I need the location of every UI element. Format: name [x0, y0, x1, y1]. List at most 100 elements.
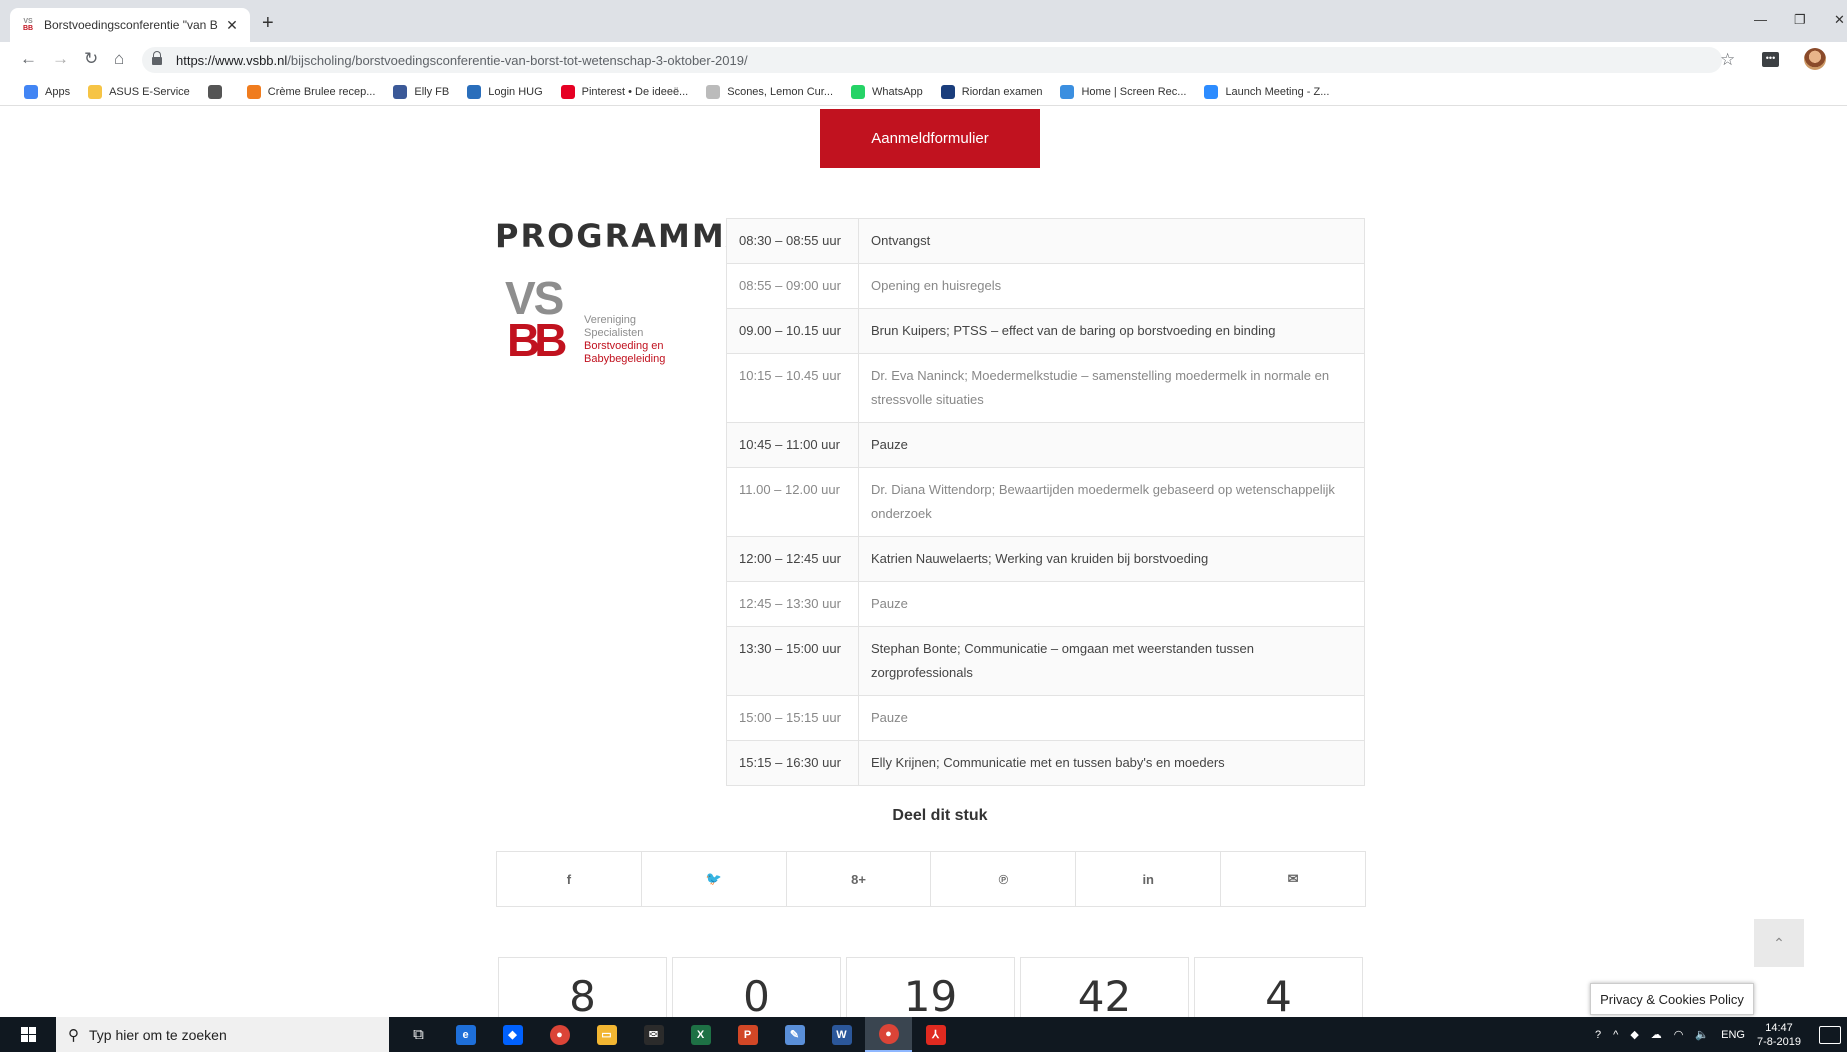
- schedule-item: Brun Kuipers; PTSS – effect van de barin…: [858, 308, 1365, 354]
- excel-icon[interactable]: X: [677, 1017, 724, 1052]
- browser-menu-icon[interactable]: ⋮: [1840, 50, 1847, 70]
- language-indicator[interactable]: ENG: [1721, 1029, 1745, 1041]
- forward-icon[interactable]: →: [52, 49, 69, 69]
- bookmark-item[interactable]: Crème Brulee recep...: [246, 84, 376, 99]
- bookmark-item[interactable]: ASUS E-Service: [88, 84, 190, 99]
- windows-logo-icon: [20, 1027, 36, 1042]
- dropbox-tray-icon[interactable]: ◆: [1630, 1028, 1638, 1041]
- linkedin-share-icon[interactable]: in: [1076, 852, 1222, 906]
- bookmark-label: Launch Meeting - Z...: [1225, 85, 1330, 98]
- riordan-icon: [940, 84, 955, 99]
- pinned-apps: ⧉ e ◆ ● ▭ ✉ X P ✎ W ● ⅄: [395, 1017, 959, 1052]
- schedule-row: 15:15 – 16:30 uur Elly Krijnen; Communica…: [726, 740, 1365, 786]
- back-icon[interactable]: ←: [20, 49, 37, 69]
- schedule-time: 15:15 – 16:30 uur: [726, 740, 859, 786]
- restore-icon[interactable]: ❐: [1794, 12, 1806, 28]
- schedule-time: 08:30 – 08:55 uur: [726, 218, 859, 264]
- extension-icon[interactable]: •••: [1762, 52, 1779, 67]
- bookmark-item[interactable]: Apps: [24, 84, 71, 99]
- lock-icon: [152, 51, 162, 65]
- schedule-row: 08:30 – 08:55 uur Ontvangst: [726, 218, 1365, 264]
- browser-tab[interactable]: VS BB Borstvoedingsconferentie "van B ✕: [10, 8, 250, 42]
- bookmark-item[interactable]: [207, 84, 229, 99]
- bookmark-label: Apps: [45, 85, 71, 98]
- screenrec-icon: [1060, 84, 1075, 99]
- bookmark-item[interactable]: Elly FB: [393, 84, 449, 99]
- privacy-cookies-badge[interactable]: Privacy & Cookies Policy: [1590, 983, 1754, 1015]
- home-icon[interactable]: ⌂: [114, 49, 124, 69]
- whatsapp-icon: [851, 84, 866, 99]
- schedule-row: 08:55 – 09:00 uur Opening en huisregels: [726, 263, 1365, 309]
- bookmark-star-icon[interactable]: ☆: [1720, 50, 1735, 70]
- edge-icon[interactable]: e: [442, 1017, 489, 1052]
- schedule-time: 11.00 – 12.00 uur: [726, 467, 859, 537]
- bookmark-item[interactable]: Home | Screen Rec...: [1060, 84, 1186, 99]
- bookmark-item[interactable]: WhatsApp: [851, 84, 923, 99]
- chrome-icon[interactable]: ●: [536, 1017, 583, 1052]
- schedule-time: 10:15 – 10.45 uur: [726, 353, 859, 423]
- reload-icon[interactable]: ↻: [84, 49, 98, 69]
- twitter-share-icon[interactable]: 🐦: [642, 852, 787, 906]
- bookmark-item[interactable]: Launch Meeting - Z...: [1204, 84, 1330, 99]
- countdown-counter: 0: [672, 957, 841, 1017]
- googleplus-share-icon[interactable]: 8+: [787, 852, 932, 906]
- countdown-counter: 42: [1020, 957, 1189, 1017]
- address-bar[interactable]: https://www.vsbb.nl/bijscholing/borstvoe…: [142, 47, 1722, 73]
- schedule-item: Dr. Eva Naninck; Moedermelkstudie – same…: [858, 353, 1365, 423]
- acrobat-icon[interactable]: ⅄: [912, 1017, 959, 1052]
- clock[interactable]: 14:47 7-8-2019: [1757, 1021, 1801, 1049]
- tab-close-icon[interactable]: ✕: [224, 17, 240, 34]
- chrome-active-icon[interactable]: ●: [865, 1017, 912, 1052]
- system-tray: ? ^ ◆ ☁ ◠ 🔈 ENG 14:47 7-8-2019: [1595, 1017, 1847, 1052]
- program-heading: PROGRAMMA: [495, 217, 753, 255]
- bookmark-label: Login HUG: [488, 85, 543, 98]
- scones-icon: [706, 84, 721, 99]
- mail-share-icon[interactable]: ✉: [1221, 852, 1365, 906]
- bookmark-item[interactable]: Login HUG: [467, 84, 543, 99]
- clock-time: 14:47: [1765, 1021, 1793, 1034]
- register-form-button[interactable]: Aanmeldformulier: [820, 109, 1040, 168]
- facebook-share-icon[interactable]: f: [497, 852, 642, 906]
- notifications-icon[interactable]: [1819, 1025, 1841, 1044]
- paint-icon[interactable]: ✎: [771, 1017, 818, 1052]
- chevron-up-icon[interactable]: ^: [1613, 1029, 1618, 1041]
- schedule-time: 15:00 – 15:15 uur: [726, 695, 859, 741]
- pinterest-share-icon[interactable]: ℗: [931, 852, 1077, 906]
- profile-avatar[interactable]: [1804, 48, 1826, 70]
- mail-icon[interactable]: ✉: [630, 1017, 677, 1052]
- clock-date: 7-8-2019: [1756, 1035, 1801, 1048]
- start-button[interactable]: [0, 1017, 56, 1052]
- zoom-icon: [1204, 84, 1219, 99]
- logo-line: Vereniging: [584, 314, 636, 326]
- vsbb-favicon-icon: VS BB: [22, 18, 34, 32]
- bookmark-item[interactable]: Scones, Lemon Cur...: [706, 84, 833, 99]
- browser-tab-strip: VS BB Borstvoedingsconferentie "van B ✕ +…: [0, 0, 1847, 42]
- new-tab-button[interactable]: +: [262, 12, 274, 35]
- wifi-icon[interactable]: ◠: [1674, 1028, 1684, 1041]
- task-view-icon[interactable]: ⧉: [395, 1017, 442, 1052]
- onedrive-icon[interactable]: ☁: [1651, 1028, 1662, 1041]
- schedule-item: Pauze: [858, 422, 1365, 468]
- help-icon[interactable]: ?: [1595, 1029, 1601, 1041]
- minimize-icon[interactable]: —: [1754, 12, 1767, 27]
- bookmark-item[interactable]: Pinterest • De ideeë...: [560, 84, 688, 99]
- powerpoint-icon[interactable]: P: [724, 1017, 771, 1052]
- word-icon[interactable]: W: [818, 1017, 865, 1052]
- schedule-row: 10:45 – 11:00 uur Pauze: [726, 422, 1365, 468]
- schedule-row: 12:45 – 13:30 uur Pauze: [726, 581, 1365, 627]
- schedule-time: 08:55 – 09:00 uur: [726, 263, 859, 309]
- window-close-icon[interactable]: ✕: [1834, 12, 1845, 28]
- share-heading: Deel dit stuk: [892, 807, 988, 824]
- url-host: https://www.vsbb.nl: [176, 52, 288, 68]
- schedule-item: Stephan Bonte; Communicatie – omgaan met…: [858, 626, 1365, 696]
- dropbox-icon[interactable]: ◆: [489, 1017, 536, 1052]
- bookmark-item[interactable]: Riordan examen: [940, 84, 1042, 99]
- taskbar-search[interactable]: ⚲ Typ hier om te zoeken: [56, 1017, 389, 1052]
- browser-toolbar: ← → ↻ ⌂ https://www.vsbb.nl/bijscholing/…: [0, 42, 1847, 78]
- file-explorer-icon[interactable]: ▭: [583, 1017, 630, 1052]
- schedule-time: 12:45 – 13:30 uur: [726, 581, 859, 627]
- scroll-to-top-button[interactable]: ⌃: [1754, 919, 1804, 967]
- volume-icon[interactable]: 🔈: [1695, 1028, 1709, 1041]
- folder-icon: [88, 84, 103, 99]
- bookmark-label: Crème Brulee recep...: [267, 85, 376, 98]
